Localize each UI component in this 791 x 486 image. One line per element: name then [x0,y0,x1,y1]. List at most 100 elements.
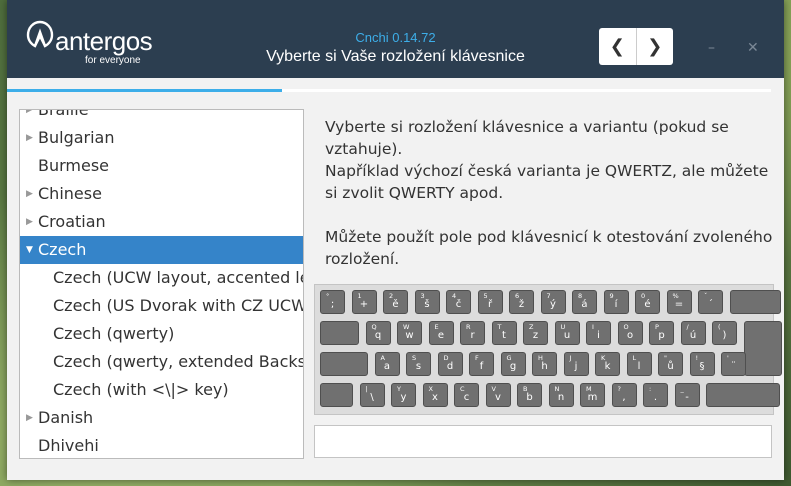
layout-label: Czech (UCW layout, accented letters only… [53,268,303,287]
layout-list-item[interactable]: ▶ Bulgarian [20,124,303,152]
keyboard-key: Oo [617,321,643,345]
layout-list-item[interactable]: Burmese [20,152,303,180]
key-label: ú [689,330,697,341]
key-label: f [479,361,484,372]
keyboard-key [729,290,781,314]
keyboard-key: Pp [649,321,674,345]
keyboard-key: Qq [365,321,391,345]
keyboard-key: Vv [485,383,511,407]
key-label: a [383,361,391,372]
keyboard-key: Ee [428,321,454,345]
keyboard-key: Uu [554,321,580,345]
key-label: , [622,392,626,403]
key-label: ý [550,299,556,310]
keyboard-key: Yy [391,383,416,407]
expander-closed-icon[interactable]: ▶ [26,180,33,208]
layout-list-item[interactable]: Czech (qwerty, extended Backslash) [20,348,303,376]
key-label: s [415,361,422,372]
key-label: b [526,392,533,403]
key-label: d [446,361,454,372]
layout-list-item[interactable]: ▶ Braille [20,109,303,124]
keyboard-key [320,321,359,345]
expander-closed-icon[interactable]: ▶ [26,208,33,236]
keyboard-key: Nn [548,383,574,407]
keyboard-key: Gg [500,352,526,376]
key-label: . [653,392,658,403]
layout-label: Bulgarian [38,128,115,147]
layout-label: Chinese [38,184,102,203]
layout-list-item[interactable]: ▼ Czech [20,236,303,264]
key-label: c [463,392,470,403]
minimize-button[interactable]: – [708,40,715,56]
keyboard-key: Ff [469,352,494,376]
layout-label: Czech (qwerty, extended Backslash) [53,352,303,371]
expander-closed-icon[interactable]: ▶ [26,110,33,124]
keyboard-key: Hh [532,352,557,376]
keyboard-key: 6ž [509,290,534,314]
key-label: r [470,330,475,341]
key-label: ř [487,299,493,310]
key-label: t [502,330,506,341]
keyboard-key: 3š [414,290,440,314]
keyboard-layout-list[interactable]: ▶ Braille ▶ Bulgarian Burmese ▶ Chinese ▶ Croati… [19,109,304,459]
layout-list-item[interactable]: Dhivehi [20,432,303,458]
close-button[interactable]: ✕ [747,40,759,56]
key-label: ů [667,361,674,372]
keyboard-key: °; [320,290,345,314]
keyboard-key: 0é [635,290,660,314]
key-label: ; [330,299,335,310]
key-label: ´ [708,299,713,310]
keyboard-key: 8á [572,290,597,314]
key-label: q [374,330,382,341]
layout-label: Czech (US Dvorak with CZ UCW support) [53,296,303,315]
layout-list-item[interactable]: Czech (UCW layout, accented letters only… [20,264,303,292]
layout-label: Czech [38,240,87,259]
keyboard-key: Aa [374,352,400,376]
back-button[interactable]: ❮ [599,28,637,65]
layout-label: Danish [38,408,94,427]
forward-button[interactable]: ❯ [637,28,674,65]
key-label: n [557,392,565,403]
layout-list-item[interactable]: Czech (US Dvorak with CZ UCW support) [20,292,303,320]
keyboard-key: % = [666,290,692,314]
key-label: í [614,299,618,310]
layout-list-item[interactable]: Czech (with <\|> key) [20,376,303,404]
layout-list-item[interactable]: ▶ Chinese [20,180,303,208]
description-line-1: Vyberte si rozložení klávesnice a varian… [325,118,729,158]
layout-list-item[interactable]: ▶ Danish [20,404,303,432]
key-label: y [400,392,407,403]
key-label: m [587,392,598,403]
key-label: á [581,299,588,310]
expander-closed-icon[interactable]: ▶ [26,404,33,432]
keyboard-key: " ů [658,352,683,376]
enter-key [743,321,782,376]
keyboard-key: Ll [626,352,652,376]
key-label: = [674,299,684,310]
key-label: j [574,361,578,372]
keyboard-key: 1 + [351,290,377,314]
key-label: w [405,330,414,341]
keyboard-preview: °; 1 +2 ě 3 š 4 č 5 ř 6 ž 7 ý 8 á 9 í 0 é% = ˇ ´ Qq Ww Ee Rr Tt Zz Uu… [314,284,782,415]
keyboard-key: :. [643,383,668,407]
keyboard-key: ! § [689,352,715,376]
keyboard-key [706,383,780,407]
progress-fill [7,89,283,92]
key-label: o [626,330,634,341]
keyboard-key: Bb [517,383,542,407]
expander-closed-icon[interactable]: ▶ [26,124,33,152]
layout-list-item[interactable]: ▶ Croatian [20,208,303,236]
keyboard-key: Mm [580,383,605,407]
key-label: e [437,330,445,341]
expander-open-icon[interactable]: ▼ [26,236,33,264]
key-label: ě [392,299,399,310]
layout-label: Braille [38,109,89,119]
key-label: x [432,392,438,403]
key-label: l [637,361,641,372]
layout-list-item[interactable]: Czech (qwerty) [20,320,303,348]
keyboard-test-input[interactable] [314,425,772,458]
keyboard-key: Rr [460,321,485,345]
keyboard-key: 2ě [383,290,408,314]
installer-window: antergos for everyone Cnchi 0.14.72 Vybe… [7,0,784,480]
keyboard-key: ˇ ´ [698,290,723,314]
keyboard-key: ' ¨ [721,352,746,376]
